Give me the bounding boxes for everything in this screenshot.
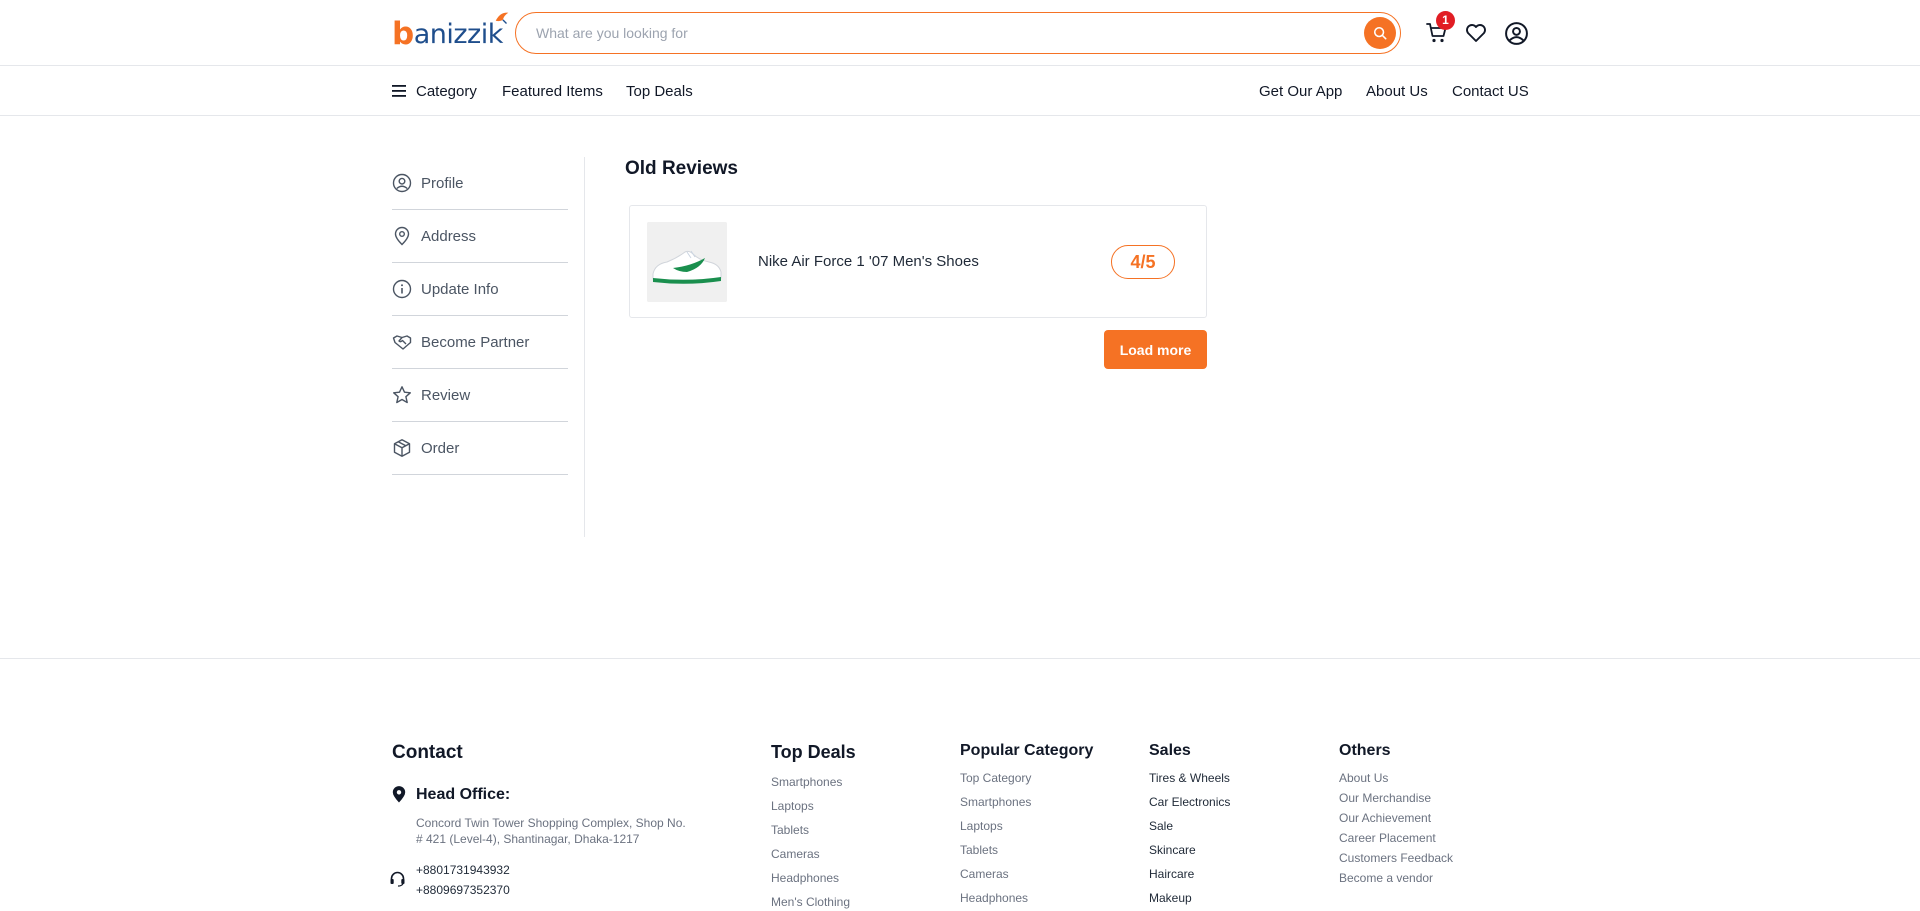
sidebar-item-label: Address — [421, 227, 477, 245]
user-circle-icon — [392, 173, 412, 193]
footer-others-title: Others — [1339, 742, 1391, 759]
nav-top-deals[interactable]: Top Deals — [626, 66, 693, 116]
top-header: banizzik 1 — [0, 0, 1920, 66]
cart-count-badge: 1 — [1436, 11, 1455, 30]
footer-sales-title: Sales — [1149, 742, 1191, 759]
sidebar-item-address[interactable]: Address — [392, 210, 568, 263]
product-thumbnail[interactable] — [647, 222, 727, 302]
nav-category[interactable]: Category — [392, 66, 477, 116]
product-name[interactable]: Nike Air Force 1 '07 Men's Shoes — [758, 253, 979, 270]
box-icon — [393, 439, 411, 457]
footer-contact-title: Contact — [392, 742, 463, 763]
footer-link[interactable]: Top Category — [960, 771, 1031, 785]
location-pin-filled-icon — [392, 786, 406, 803]
account-button[interactable] — [1501, 18, 1531, 48]
location-pin-icon — [394, 226, 410, 246]
footer-link[interactable]: Become a vendor — [1339, 871, 1433, 885]
wishlist-button[interactable] — [1461, 18, 1491, 48]
sidebar-item-label: Profile — [421, 174, 464, 192]
phone-number-2[interactable]: +8809697352370 — [416, 883, 510, 897]
footer-link[interactable]: Makeup — [1149, 891, 1192, 905]
head-office-title: Head Office: — [416, 786, 511, 803]
main-nav: Category Featured Items Top Deals Get Ou… — [0, 66, 1920, 116]
sidebar-item-update-info[interactable]: Update Info — [392, 263, 568, 316]
footer-link[interactable]: Our Achievement — [1339, 811, 1431, 825]
star-icon — [393, 386, 411, 404]
sidebar-item-profile[interactable]: Profile — [392, 157, 568, 210]
headset-icon — [390, 871, 405, 887]
footer-top-deals-title: Top Deals — [771, 742, 856, 762]
search-bar — [515, 12, 1401, 54]
hamburger-menu-icon — [392, 85, 406, 97]
footer-link[interactable]: Cameras — [960, 867, 1009, 881]
footer-link[interactable]: Headphones — [771, 871, 839, 885]
nav-category-label: Category — [416, 82, 477, 100]
banizzik-logo[interactable]: b anizzik — [392, 12, 509, 52]
footer-link[interactable]: Cameras — [771, 847, 820, 861]
footer-link[interactable]: Car Electronics — [1149, 795, 1230, 809]
footer-link[interactable]: Tablets — [771, 823, 809, 837]
address-line-1: Concord Twin Tower Shopping Complex, Sho… — [416, 816, 686, 830]
footer-popular-category-title: Popular Category — [960, 742, 1094, 759]
address-line-2: # 421 (Level-4), Shantinagar, Dhaka-1217 — [416, 832, 640, 846]
footer-link[interactable]: Tablets — [960, 843, 998, 857]
search-icon — [1373, 26, 1387, 40]
nav-featured-items[interactable]: Featured Items — [502, 66, 603, 116]
office-address: Concord Twin Tower Shopping Complex, Sho… — [416, 815, 716, 847]
nav-get-our-app[interactable]: Get Our App — [1259, 66, 1342, 116]
bird-logo-icon — [495, 12, 509, 24]
footer-link[interactable]: Headphones — [960, 891, 1028, 905]
load-more-button[interactable]: Load more — [1104, 330, 1207, 369]
footer-link[interactable]: Smartphones — [771, 775, 842, 789]
search-button[interactable] — [1364, 17, 1396, 49]
footer-link[interactable]: Smartphones — [960, 795, 1031, 809]
rating-badge: 4/5 — [1111, 245, 1175, 279]
sidebar-item-order[interactable]: Order — [392, 422, 568, 475]
nav-contact-us[interactable]: Contact US — [1452, 66, 1529, 116]
sidebar-item-review[interactable]: Review — [392, 369, 568, 422]
handshake-icon — [392, 335, 412, 350]
info-icon — [392, 279, 412, 299]
account-sidebar: Profile Address Update Info Become Partn… — [392, 157, 568, 475]
sidebar-item-label: Review — [421, 386, 471, 404]
page-title: Old Reviews — [625, 158, 738, 179]
footer-divider — [0, 658, 1920, 659]
footer-link[interactable]: Our Merchandise — [1339, 791, 1431, 805]
footer-link[interactable]: Men's Clothing — [771, 895, 850, 909]
footer-link[interactable]: Laptops — [960, 819, 1003, 833]
sidebar-item-label: Order — [421, 439, 460, 457]
sneaker-image — [647, 222, 727, 302]
sidebar-divider — [584, 157, 585, 537]
footer-link[interactable]: Haircare — [1149, 867, 1194, 881]
footer-link[interactable]: Customers Feedback — [1339, 851, 1453, 865]
footer-link[interactable]: Career Placement — [1339, 831, 1436, 845]
sidebar-item-label: Update Info — [421, 280, 499, 298]
heart-icon — [1466, 24, 1486, 42]
cart-button[interactable]: 1 — [1422, 11, 1455, 48]
sidebar-item-become-partner[interactable]: Become Partner — [392, 316, 568, 369]
phone-number-1[interactable]: +8801731943932 — [416, 863, 510, 877]
search-input[interactable] — [536, 13, 1356, 53]
footer-link[interactable]: Sale — [1149, 819, 1173, 833]
sidebar-item-label: Become Partner — [421, 333, 530, 351]
footer-link[interactable]: Tires & Wheels — [1149, 771, 1230, 785]
user-circle-icon — [1504, 21, 1528, 45]
footer-link[interactable]: Skincare — [1149, 843, 1196, 857]
footer-link[interactable]: About Us — [1339, 771, 1388, 785]
review-card[interactable]: Nike Air Force 1 '07 Men's Shoes 4/5 — [629, 205, 1207, 318]
footer-link[interactable]: Laptops — [771, 799, 814, 813]
nav-about-us[interactable]: About Us — [1366, 66, 1428, 116]
